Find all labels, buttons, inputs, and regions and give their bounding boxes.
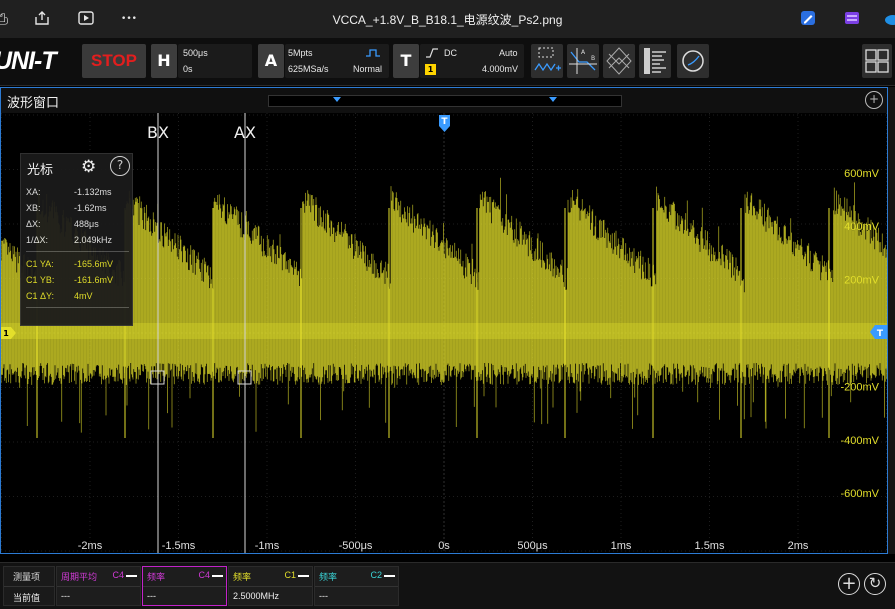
y-tick-label: -200mV bbox=[840, 381, 879, 393]
sample-rate: 625MSa/s bbox=[288, 64, 329, 74]
measurement-channel: C4 bbox=[198, 570, 210, 580]
measurement-value: 2.5000MHz bbox=[233, 591, 280, 601]
cursor-ax-label: AX bbox=[234, 123, 256, 142]
gear-icon[interactable]: ⚙ bbox=[81, 157, 96, 177]
y-tick-label: 200mV bbox=[844, 275, 880, 287]
measurement-name: 频率 bbox=[233, 573, 252, 583]
channel-1-marker-label: 1 bbox=[3, 329, 9, 338]
svg-text:B: B bbox=[591, 55, 595, 62]
trigger-position-marker: T bbox=[439, 115, 450, 132]
x-tick-label: -1ms bbox=[255, 540, 280, 552]
memory-overview-bar[interactable] bbox=[268, 95, 622, 107]
trigger-position-label: T bbox=[441, 117, 448, 127]
x-tick-label: 0s bbox=[438, 540, 450, 552]
x-tick-label: -500μs bbox=[339, 540, 373, 552]
cursor-panel-title: 光标 bbox=[27, 163, 54, 178]
measurement-value: --- bbox=[147, 591, 156, 601]
measurement-name: 频率 bbox=[147, 573, 166, 583]
memory-depth: 5Mpts bbox=[288, 48, 313, 58]
right-edge-strip bbox=[888, 87, 895, 554]
acquire-panel[interactable]: 5Mpts 625MSa/s Normal bbox=[285, 44, 389, 78]
onedrive-icon[interactable] bbox=[882, 9, 895, 29]
measurement-item-freq-c2[interactable]: 频率 C2 --- bbox=[314, 566, 399, 606]
measurement-header: 测量项 当前值 bbox=[3, 566, 55, 606]
trace-core-band bbox=[1, 323, 887, 339]
x-tick-label: 1.5ms bbox=[695, 540, 725, 552]
horizontal-panel[interactable]: 500μs 0s bbox=[178, 44, 252, 78]
unit-logo: UNI-T bbox=[0, 47, 57, 75]
add-measurement-icon[interactable]: + bbox=[838, 573, 860, 595]
x-tick-label: -2ms bbox=[78, 540, 103, 552]
measurement-bar: 测量项 当前值 周期平均 C4 --- 频率 C4 --- 频率 C1 2.50… bbox=[0, 562, 895, 609]
zoom-in-icon[interactable]: + bbox=[865, 91, 883, 109]
waveform-canvas: BX AX T 1 T 600mV 400mV 200mV -200mV -400mV -… bbox=[1, 113, 887, 553]
waveform-window-header: 波形窗口 + bbox=[0, 87, 888, 113]
measurement-value-label: 当前值 bbox=[13, 593, 41, 603]
measurement-channel: C2 bbox=[370, 570, 382, 580]
cursor-panel-divider-2 bbox=[26, 307, 129, 308]
measurement-item-freq-c1[interactable]: 频率 C1 2.5000MHz bbox=[228, 566, 313, 606]
measurement-header-label: 测量项 bbox=[13, 573, 41, 583]
x-tick-label: 1ms bbox=[611, 540, 632, 552]
cursor-panel-divider bbox=[26, 251, 129, 252]
measurement-name: 频率 bbox=[319, 573, 338, 583]
rising-edge-icon bbox=[426, 48, 438, 58]
trigger-level: 4.000mV bbox=[482, 64, 519, 74]
svg-text:A: A bbox=[581, 49, 586, 56]
acquire-key[interactable]: A bbox=[258, 44, 284, 78]
y-tick-label: 600mV bbox=[844, 168, 880, 180]
measurement-item-period-avg[interactable]: 周期平均 C4 --- bbox=[56, 566, 141, 606]
refresh-icon[interactable]: ↻ bbox=[864, 573, 886, 595]
measurement-value: --- bbox=[61, 591, 70, 601]
clipchamp-icon[interactable] bbox=[842, 9, 862, 29]
search-tool-icon[interactable] bbox=[677, 44, 709, 78]
acquire-mode-icon bbox=[366, 49, 380, 57]
cursor-tool-icon[interactable]: AB bbox=[567, 44, 599, 78]
cursor-panel[interactable]: 光标 ⚙ ? XA: -1.132ms XB: -1.62ms ΔX: 488μs 1… bbox=[20, 153, 133, 326]
acquire-mode: Normal bbox=[353, 64, 383, 74]
layout-grid-icon[interactable] bbox=[862, 44, 892, 78]
measurement-value: --- bbox=[319, 591, 328, 601]
y-tick-label: -600mV bbox=[840, 488, 879, 500]
mask-test-icon[interactable] bbox=[603, 44, 635, 78]
waveform-window-title: 波形窗口 bbox=[7, 96, 60, 111]
cursor-bx-label: BX bbox=[147, 123, 169, 142]
image-viewer-bar: ⎙ ••• VCCA_+1.8V_B_B18.1_电源纹波_Ps2.png bbox=[0, 0, 895, 38]
run-stop-button[interactable]: STOP bbox=[82, 44, 146, 78]
measure-tool-icon[interactable] bbox=[531, 44, 563, 78]
x-tick-label: -1.5ms bbox=[162, 540, 196, 552]
x-axis-ticks: -2ms -1.5ms -1ms -500μs 0s 500μs 1ms 1.5ms 2ms bbox=[78, 540, 809, 552]
measurement-item-freq-c4[interactable]: 频率 C4 --- bbox=[142, 566, 227, 606]
x-tick-label: 2ms bbox=[788, 540, 809, 552]
trigger-sweep: Auto bbox=[499, 48, 518, 58]
trigger-source-badge: 1 bbox=[425, 64, 436, 75]
edit-icon[interactable] bbox=[798, 9, 818, 29]
scope-toolbar: UNI-T STOP H 500μs 0s A 5Mpts 625MSa/s N… bbox=[0, 38, 895, 86]
help-icon[interactable]: ? bbox=[110, 156, 130, 176]
y-tick-label: -400mV bbox=[840, 435, 879, 447]
horizontal-offset: 0s bbox=[183, 64, 193, 74]
timebase-value: 500μs bbox=[183, 48, 208, 58]
measurement-name: 周期平均 bbox=[61, 573, 98, 583]
horizontal-key[interactable]: H bbox=[151, 44, 177, 78]
trigger-key[interactable]: T bbox=[393, 44, 419, 78]
measurement-channel: C4 bbox=[112, 570, 124, 580]
trigger-level-label: T bbox=[877, 329, 884, 339]
image-filename: VCCA_+1.8V_B_B18.1_电源纹波_Ps2.png bbox=[332, 13, 563, 27]
trigger-coupling: DC bbox=[444, 48, 457, 58]
measurement-channel: C1 bbox=[284, 570, 296, 580]
waveform-plot[interactable]: BX AX T 1 T 600mV 400mV 200mV -200mV -400mV -… bbox=[0, 113, 888, 554]
x-tick-label: 500μs bbox=[517, 540, 548, 552]
display-tool-icon[interactable] bbox=[639, 44, 671, 78]
y-tick-label: 400mV bbox=[844, 221, 880, 233]
